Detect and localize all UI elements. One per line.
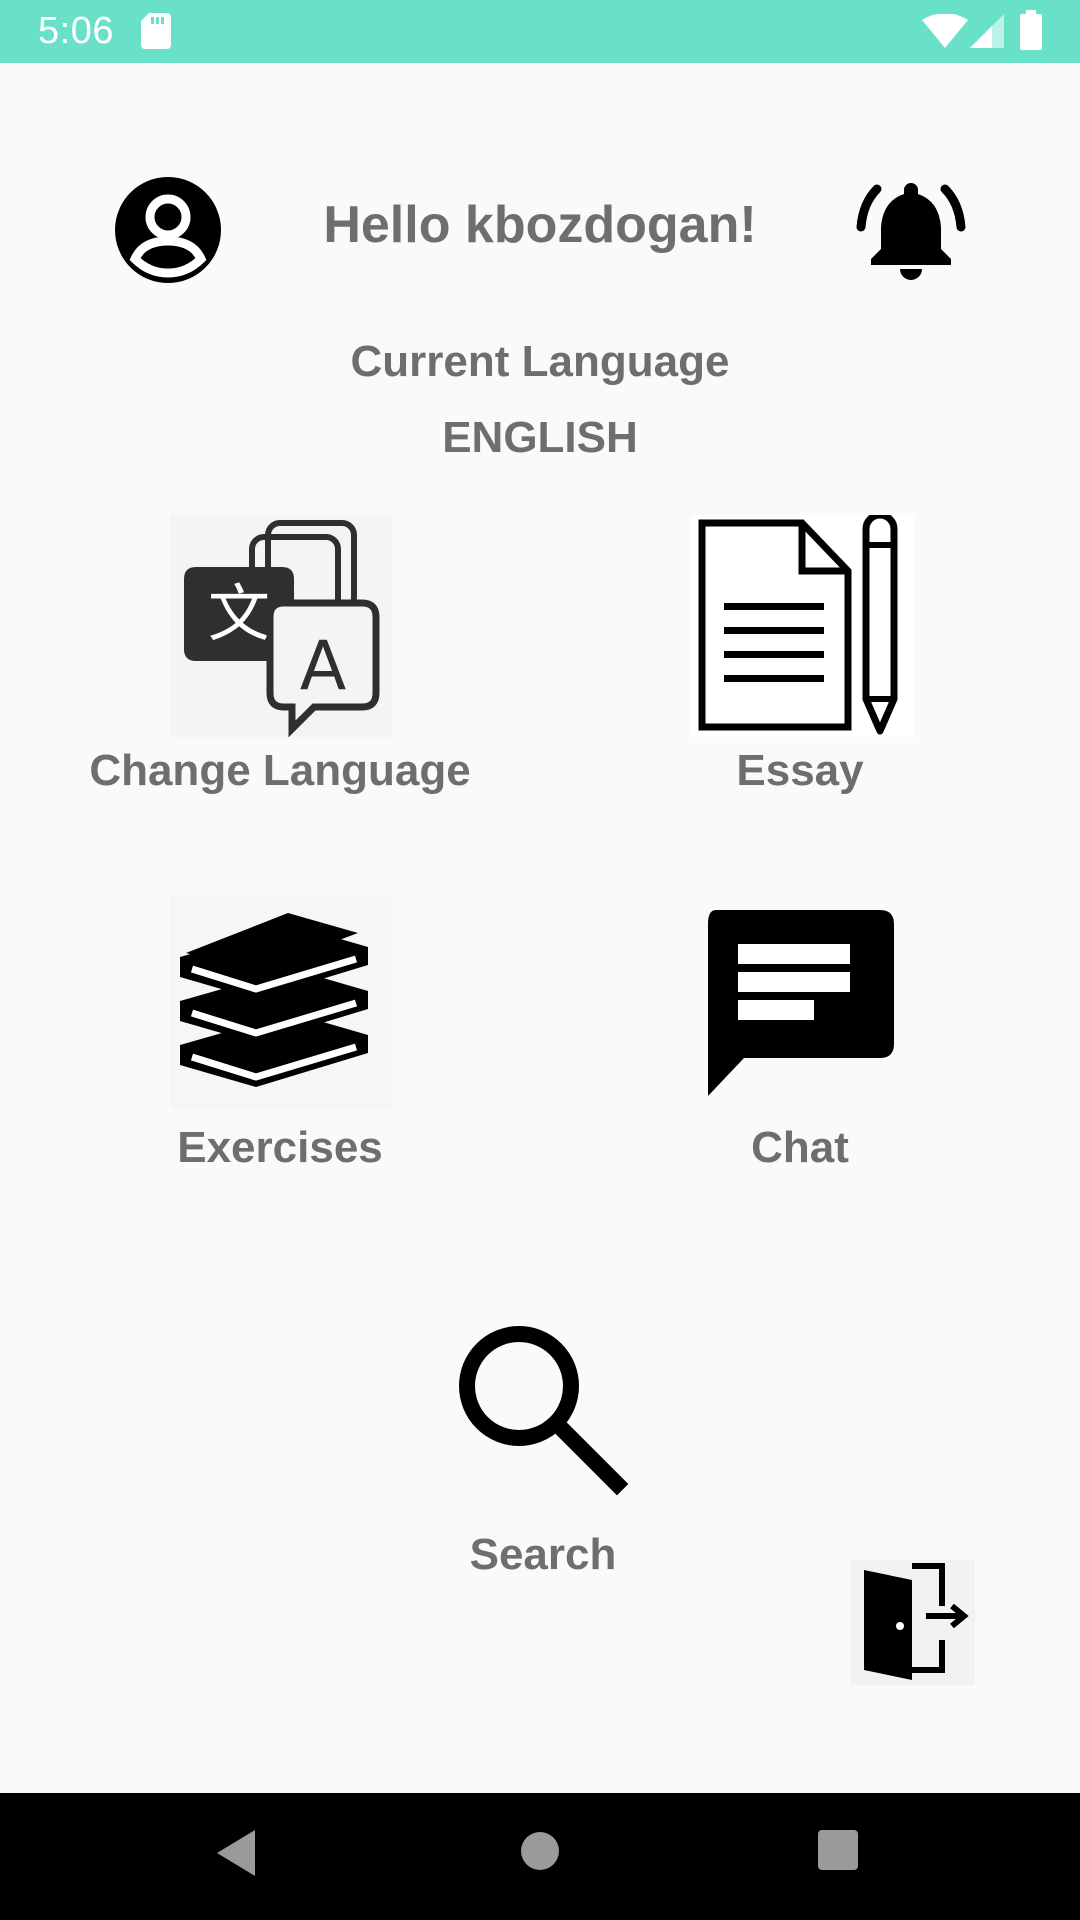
- svg-text:A: A: [300, 627, 347, 706]
- account-circle-icon[interactable]: [113, 175, 223, 285]
- bell-icon[interactable]: [855, 175, 967, 287]
- sd-card-icon: [141, 13, 171, 49]
- svg-text:文: 文: [208, 577, 270, 650]
- back-icon[interactable]: [215, 1828, 259, 1878]
- essay-label[interactable]: Essay: [580, 746, 1020, 796]
- chat-bubble-icon[interactable]: [700, 900, 900, 1100]
- current-language-value: ENGLISH: [442, 413, 638, 462]
- change-language-label[interactable]: Change Language: [60, 746, 500, 796]
- battery-icon: [1020, 10, 1042, 50]
- translate-icon[interactable]: 文 A: [170, 515, 392, 737]
- wifi-icon: [922, 14, 968, 48]
- recents-icon[interactable]: [817, 1829, 859, 1871]
- signal-icon: [970, 14, 1004, 48]
- greeting-text: Hello kbozdogan!: [323, 196, 757, 254]
- logout-door-icon[interactable]: [850, 1560, 975, 1685]
- home-icon[interactable]: [518, 1829, 562, 1873]
- current-language-label: Current Language: [350, 337, 730, 386]
- status-time: 5:06: [38, 10, 114, 52]
- search-icon[interactable]: [453, 1320, 633, 1500]
- books-icon[interactable]: [170, 895, 392, 1110]
- chat-label[interactable]: Chat: [580, 1123, 1020, 1173]
- status-bar: 5:06: [0, 0, 1080, 63]
- navigation-bar: [0, 1793, 1080, 1920]
- exercises-label[interactable]: Exercises: [60, 1123, 500, 1173]
- document-pencil-icon[interactable]: [690, 515, 914, 737]
- search-label[interactable]: Search: [343, 1530, 743, 1580]
